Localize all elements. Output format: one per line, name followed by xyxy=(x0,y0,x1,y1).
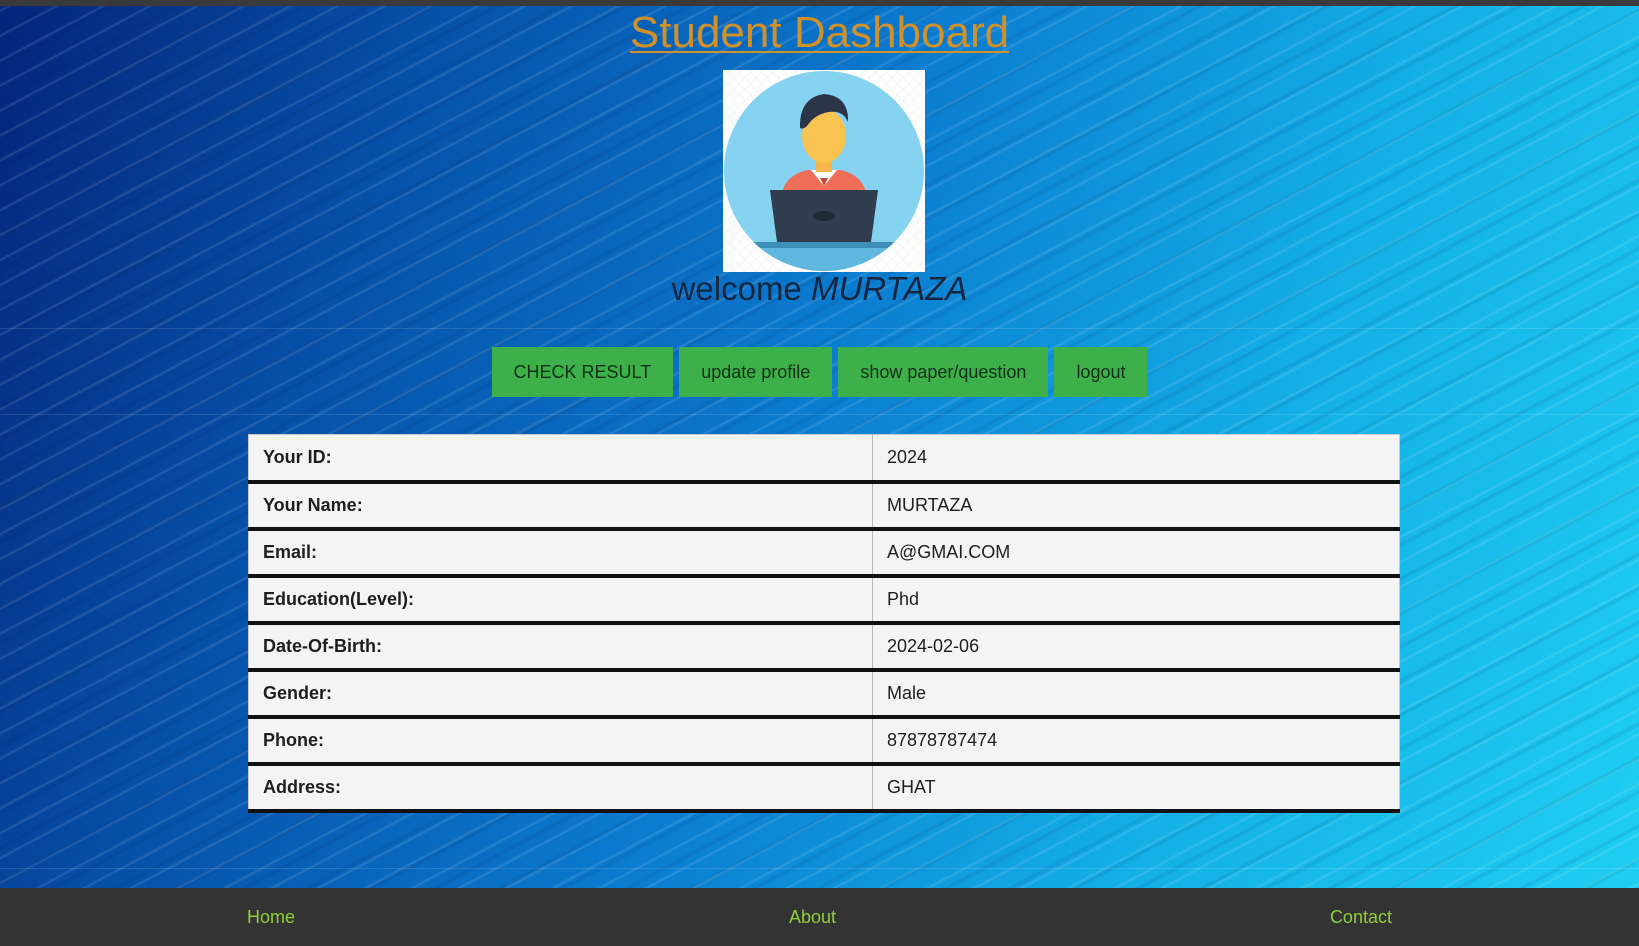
row-label: Your ID: xyxy=(248,434,873,484)
row-label: Address: xyxy=(248,763,873,813)
avatar xyxy=(723,70,925,272)
divider xyxy=(0,868,1639,869)
row-label: Education(Level): xyxy=(248,575,873,625)
row-label: Gender: xyxy=(248,669,873,719)
row-label: Email: xyxy=(248,528,873,578)
row-label: Your Name: xyxy=(248,481,873,531)
table-row: Your Name: MURTAZA xyxy=(248,481,1400,531)
welcome-username: MURTAZA xyxy=(810,270,968,307)
divider xyxy=(0,414,1639,415)
row-value: 2024-02-06 xyxy=(872,622,1400,672)
student-at-laptop-icon xyxy=(724,71,924,271)
row-value: A@GMAI.COM xyxy=(872,528,1400,578)
row-value: Phd xyxy=(872,575,1400,625)
table-row: Email: A@GMAI.COM xyxy=(248,528,1400,578)
table-row: Address: GHAT xyxy=(248,763,1400,813)
row-value: Male xyxy=(872,669,1400,719)
table-row: Education(Level): Phd xyxy=(248,575,1400,625)
footer-link-about[interactable]: About xyxy=(789,907,836,928)
welcome-prefix: welcome xyxy=(671,270,802,307)
action-buttons: CHECK RESULT update profile show paper/q… xyxy=(0,347,1639,397)
update-profile-button[interactable]: update profile xyxy=(679,347,833,397)
row-value: GHAT xyxy=(872,763,1400,813)
divider xyxy=(0,328,1639,329)
row-value: MURTAZA xyxy=(872,481,1400,531)
footer-nav: Home About Contact xyxy=(0,888,1639,946)
footer-link-home[interactable]: Home xyxy=(247,907,295,928)
welcome-message: welcome MURTAZA xyxy=(0,270,1639,308)
profile-table: Your ID: 2024 Your Name: MURTAZA Email: … xyxy=(248,434,1400,813)
table-row: Date-Of-Birth: 2024-02-06 xyxy=(248,622,1400,672)
top-bar xyxy=(0,0,1639,6)
logout-button[interactable]: logout xyxy=(1054,347,1148,397)
page-title[interactable]: Student Dashboard xyxy=(0,8,1639,58)
show-paper-question-button[interactable]: show paper/question xyxy=(838,347,1049,397)
check-result-button[interactable]: CHECK RESULT xyxy=(491,347,674,397)
row-value: 87878787474 xyxy=(872,716,1400,766)
table-row: Gender: Male xyxy=(248,669,1400,719)
row-label: Phone: xyxy=(248,716,873,766)
table-row: Your ID: 2024 xyxy=(248,434,1400,484)
row-label: Date-Of-Birth: xyxy=(248,622,873,672)
table-row: Phone: 87878787474 xyxy=(248,716,1400,766)
footer-link-contact[interactable]: Contact xyxy=(1330,907,1392,928)
row-value: 2024 xyxy=(872,434,1400,484)
